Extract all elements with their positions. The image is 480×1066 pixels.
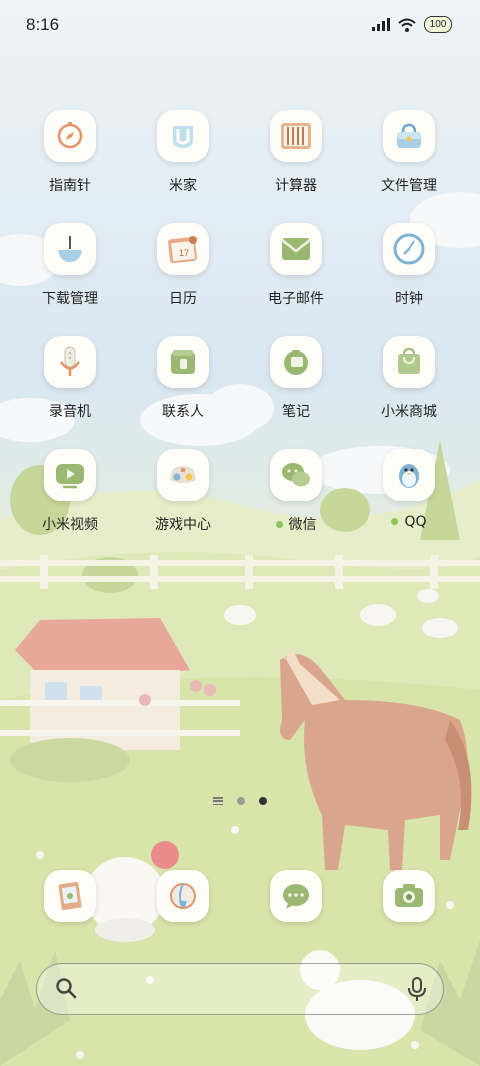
dock-browser[interactable] — [157, 870, 209, 922]
search-icon — [56, 978, 77, 999]
signal-icon — [372, 18, 390, 31]
battery-level: 100 — [429, 19, 447, 30]
status-time: 8:16 — [26, 15, 60, 34]
qq-penguin-icon — [383, 449, 435, 501]
app-label: 文件管理 — [381, 178, 437, 194]
app-label-text: 微信 — [288, 517, 317, 533]
app-label: 联系人 — [162, 404, 204, 420]
file-manager-icon — [383, 110, 435, 162]
search-input[interactable] — [89, 976, 393, 1002]
recorder-icon — [44, 336, 96, 388]
app-label: 小米商城 — [381, 404, 437, 420]
camera-icon — [395, 884, 423, 907]
page-dot-2-active — [259, 797, 267, 805]
wifi-icon — [398, 18, 416, 32]
download-icon — [44, 223, 96, 275]
status-icons: 100 — [372, 16, 452, 33]
app-label: 录音机 — [49, 404, 91, 420]
app-mi-video[interactable]: 小米视频 — [14, 449, 126, 534]
app-label: 计算器 — [275, 178, 317, 194]
app-compass[interactable]: 指南针 — [14, 110, 126, 195]
page-indicator[interactable] — [0, 797, 480, 805]
app-label: 米家 — [169, 178, 197, 194]
mail-icon — [270, 223, 322, 275]
wechat-icon — [270, 449, 322, 501]
contacts-icon — [157, 336, 209, 388]
app-label: 时钟 — [395, 291, 423, 307]
notification-dot — [391, 517, 399, 525]
shop-bag-icon — [383, 336, 435, 388]
dock-camera[interactable] — [383, 870, 435, 922]
app-wechat[interactable]: 微信 — [240, 449, 352, 534]
app-label: 笔记 — [282, 404, 310, 420]
app-label: 下载管理 — [42, 291, 98, 307]
calendar-day: 17 — [179, 248, 189, 258]
app-notes[interactable]: 笔记 — [240, 336, 352, 421]
app-label: 小米视频 — [42, 517, 98, 533]
app-file-manager[interactable]: 文件管理 — [353, 110, 465, 195]
app-label: 游戏中心 — [155, 517, 211, 533]
messages-icon — [283, 884, 309, 909]
notes-icon — [270, 336, 322, 388]
app-download-manager[interactable]: 下载管理 — [14, 223, 126, 308]
app-clock[interactable]: 时钟 — [353, 223, 465, 308]
app-label: 日历 — [169, 291, 197, 307]
video-icon — [44, 449, 96, 501]
search-bar[interactable] — [36, 963, 444, 1015]
calendar-icon: 17 — [157, 223, 209, 275]
app-qq[interactable]: QQ — [353, 449, 465, 530]
dock-gallery[interactable] — [44, 870, 96, 922]
gallery-icon — [58, 881, 82, 911]
app-calculator[interactable]: 计算器 — [240, 110, 352, 195]
app-recorder[interactable]: 录音机 — [14, 336, 126, 421]
game-center-icon — [157, 449, 209, 501]
app-mi-store[interactable]: 小米商城 — [353, 336, 465, 421]
status-bar: 8:16 100 — [0, 0, 480, 50]
clock-icon — [383, 223, 435, 275]
app-label: 指南针 — [49, 178, 91, 194]
notification-dot — [275, 520, 283, 528]
app-label: QQ — [353, 514, 465, 530]
app-email[interactable]: 电子邮件 — [240, 223, 352, 308]
microphone-icon[interactable] — [407, 976, 427, 1002]
app-label: 微信 — [240, 514, 352, 534]
app-list-indicator-icon — [213, 797, 223, 805]
app-contacts[interactable]: 联系人 — [127, 336, 239, 421]
mijia-icon — [157, 110, 209, 162]
app-label-text: QQ — [404, 514, 427, 530]
calculator-icon — [270, 110, 322, 162]
compass-icon — [44, 110, 96, 162]
app-mijia[interactable]: 米家 — [127, 110, 239, 195]
app-game-center[interactable]: 游戏中心 — [127, 449, 239, 534]
dock-messages[interactable] — [270, 870, 322, 922]
browser-icon — [170, 883, 196, 909]
app-calendar[interactable]: 17 日历 — [127, 223, 239, 308]
app-label: 电子邮件 — [268, 291, 324, 307]
page-dot-1 — [237, 797, 245, 805]
battery-icon: 100 — [424, 16, 452, 33]
